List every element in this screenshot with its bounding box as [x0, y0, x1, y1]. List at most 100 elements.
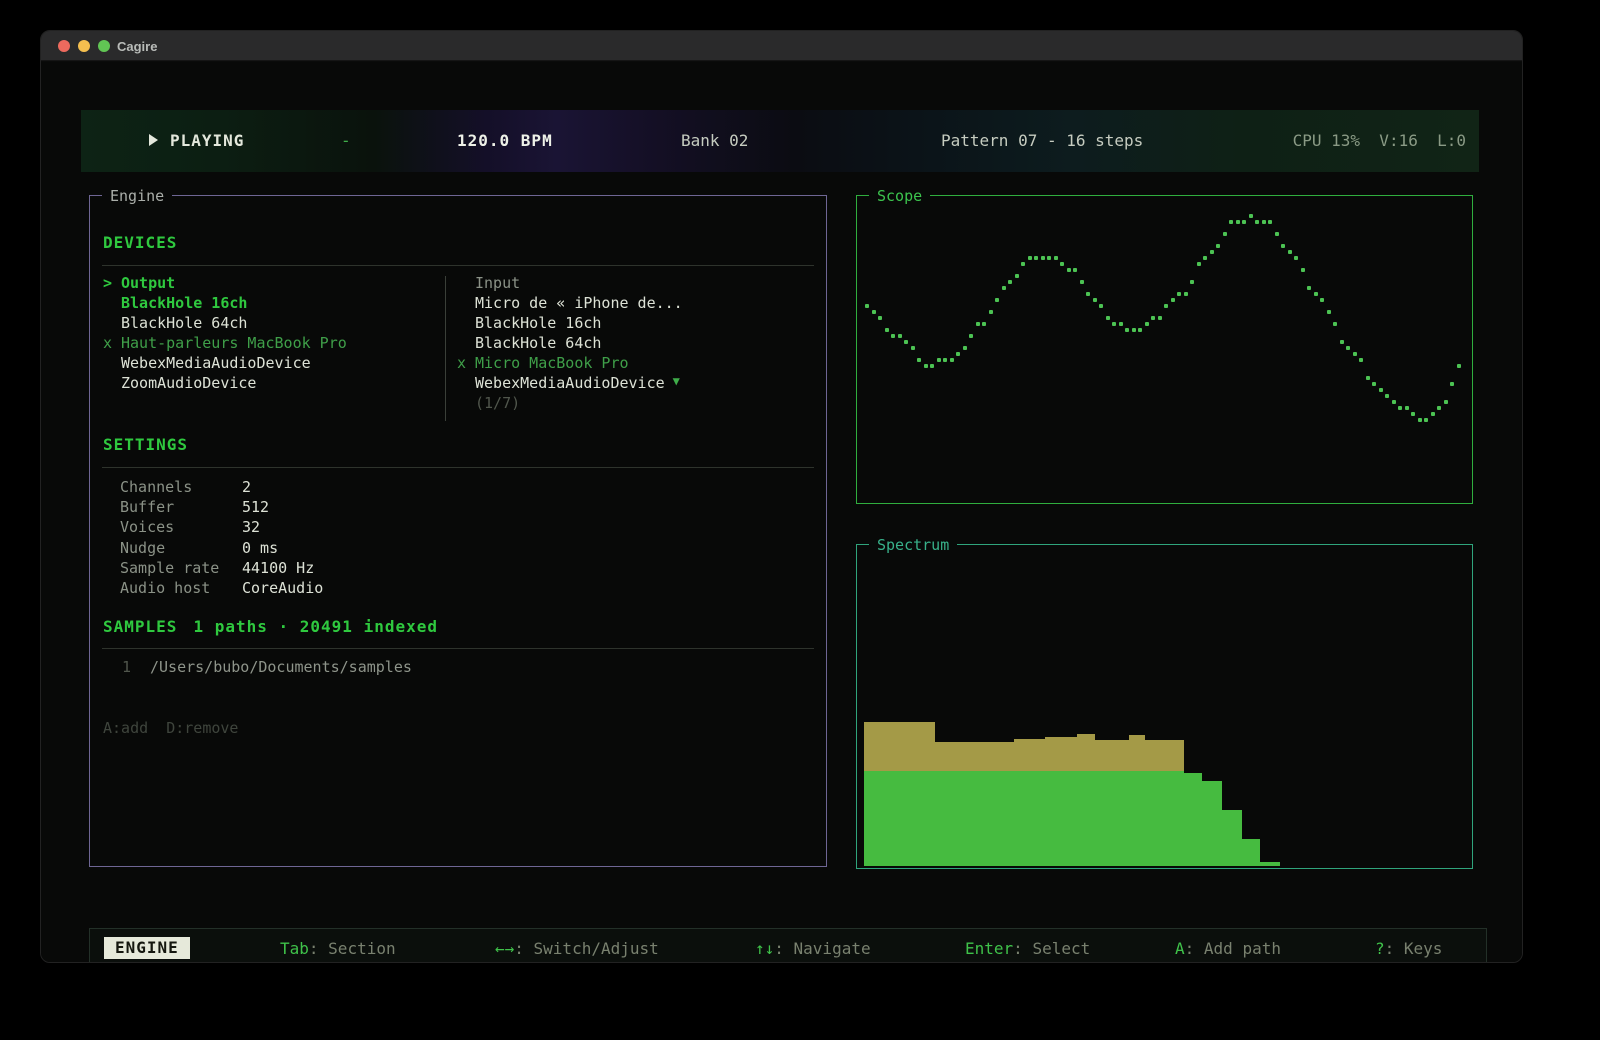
- column-divider: [445, 276, 446, 421]
- hint-key: Enter: [965, 939, 1013, 958]
- scope-sample-dot: [1236, 220, 1240, 224]
- device-item[interactable]: >Output: [103, 274, 433, 294]
- device-label: Micro de « iPhone de...: [475, 294, 683, 314]
- bank-display[interactable]: Bank 02: [681, 131, 748, 150]
- hint-key: ←→: [495, 939, 514, 958]
- device-item[interactable]: WebexMediaAudioDevice: [103, 354, 433, 374]
- scope-sample-dot: [1340, 340, 1344, 344]
- setting-row[interactable]: Audio hostCoreAudio: [103, 579, 803, 599]
- spectrum-level-bar: [1202, 781, 1222, 866]
- device-item[interactable]: BlackHole 16ch: [457, 314, 813, 334]
- scope-sample-dot: [982, 322, 986, 326]
- device-item[interactable]: BlackHole 64ch: [103, 314, 433, 334]
- divider: [102, 265, 814, 266]
- scope-sample-dot: [1281, 244, 1285, 248]
- device-marker: [103, 354, 121, 374]
- engine-panel: Engine DEVICES >OutputBlackHole 16chBlac…: [89, 195, 827, 867]
- spectrum-panel: Spectrum: [856, 544, 1473, 869]
- key-hint-section: Tab: Section: [280, 939, 396, 958]
- window-title: Cagire: [117, 39, 157, 54]
- device-label: WebexMediaAudioDevice: [475, 374, 665, 394]
- scope-sample-dot: [1346, 346, 1350, 350]
- scope-sample-dot: [1099, 304, 1103, 308]
- setting-row[interactable]: Nudge0 ms: [103, 539, 803, 559]
- spectrum-level-bar: [935, 771, 1014, 866]
- device-item[interactable]: xHaut-parleurs MacBook Pro: [103, 334, 433, 354]
- device-item[interactable]: Micro de « iPhone de...: [457, 294, 813, 314]
- setting-label: Buffer: [120, 498, 242, 516]
- minimize-window-button[interactable]: [78, 40, 90, 52]
- hint-separator: :: [1185, 939, 1204, 958]
- device-item[interactable]: BlackHole 64ch: [457, 334, 813, 354]
- scope-sample-dot: [1158, 316, 1162, 320]
- device-label: BlackHole 64ch: [121, 314, 247, 334]
- device-marker: [457, 334, 475, 354]
- scope-sample-dot: [1372, 382, 1376, 386]
- samples-meta: 1 paths · 20491 indexed: [193, 617, 438, 636]
- bpm-display[interactable]: 120.0 BPM: [457, 131, 553, 150]
- titlebar[interactable]: Cagire: [41, 31, 1522, 61]
- spectrum-level-bar: [1145, 771, 1184, 866]
- scope-sample-dot: [1437, 406, 1441, 410]
- key-hint-select: Enter: Select: [965, 939, 1090, 958]
- scope-sample-dot: [937, 358, 941, 362]
- scope-sample-dot: [1034, 256, 1038, 260]
- scope-sample-dot: [1008, 280, 1012, 284]
- app-window: Cagire PLAYING - 120.0 BPM Bank 02 Patte…: [40, 30, 1523, 963]
- device-label: Haut-parleurs MacBook Pro: [121, 334, 347, 354]
- setting-label: Sample rate: [120, 559, 242, 577]
- device-item[interactable]: (1/7): [457, 394, 813, 414]
- scope-sample-dot: [1073, 268, 1077, 272]
- scope-sample-dot: [1112, 322, 1116, 326]
- key-hint-add-path: A: Add path: [1175, 939, 1281, 958]
- scope-sample-dot: [1132, 328, 1136, 332]
- scope-sample-dot: [917, 358, 921, 362]
- scope-sample-dot: [1210, 250, 1214, 254]
- scope-sample-dot: [911, 346, 915, 350]
- scope-sample-dot: [995, 298, 999, 302]
- setting-value: 44100 Hz: [242, 559, 314, 577]
- device-label: BlackHole 64ch: [475, 334, 601, 354]
- output-device-list: >OutputBlackHole 16chBlackHole 64chxHaut…: [103, 274, 433, 394]
- device-marker: [103, 314, 121, 334]
- scope-sample-dot: [1184, 292, 1188, 296]
- setting-row[interactable]: Voices32: [103, 518, 803, 538]
- spectrum-level-bar: [1129, 771, 1145, 866]
- hint-key: ↑↓: [755, 939, 774, 958]
- scope-sample-dot: [930, 364, 934, 368]
- spectrum-level-bar: [1184, 773, 1202, 866]
- setting-value: 32: [242, 518, 260, 536]
- scope-sample-dot: [1379, 388, 1383, 392]
- hint-key: A: [1175, 939, 1185, 958]
- divider: [102, 467, 814, 468]
- scope-sample-dot: [898, 334, 902, 338]
- device-item[interactable]: xMicro MacBook Pro: [457, 354, 813, 374]
- scope-sample-dot: [1145, 322, 1149, 326]
- device-item[interactable]: ZoomAudioDevice: [103, 374, 433, 394]
- scope-sample-dot: [1359, 358, 1363, 362]
- device-item[interactable]: Input: [457, 274, 813, 294]
- setting-row[interactable]: Buffer512: [103, 498, 803, 518]
- device-item[interactable]: BlackHole 16ch: [103, 294, 433, 314]
- device-item[interactable]: WebexMediaAudioDevice▼: [457, 374, 813, 394]
- transport-status[interactable]: PLAYING: [149, 131, 244, 150]
- device-marker: [457, 314, 475, 334]
- settings-heading: SETTINGS: [103, 435, 188, 454]
- setting-value: 512: [242, 498, 269, 516]
- transport-bar: PLAYING - 120.0 BPM Bank 02 Pattern 07 -…: [81, 110, 1479, 172]
- device-label: Output: [121, 274, 175, 294]
- setting-value: CoreAudio: [242, 579, 323, 597]
- zoom-window-button[interactable]: [98, 40, 110, 52]
- status-bar: ENGINE Tab: Section←→: Switch/Adjust↑↓: …: [89, 928, 1487, 963]
- scope-sample-dot: [1164, 304, 1168, 308]
- setting-row[interactable]: Channels2: [103, 478, 803, 498]
- close-window-button[interactable]: [58, 40, 70, 52]
- scope-sample-dot: [1327, 310, 1331, 314]
- setting-row[interactable]: Sample rate44100 Hz: [103, 559, 803, 579]
- sample-path-list: 1/Users/bubo/Documents/samples: [103, 658, 803, 678]
- scope-sample-dot: [1411, 412, 1415, 416]
- pattern-display[interactable]: Pattern 07 - 16 steps: [941, 131, 1143, 150]
- device-marker: x: [457, 354, 475, 374]
- sample-path-row[interactable]: 1/Users/bubo/Documents/samples: [103, 658, 803, 678]
- hint-separator: :: [514, 939, 533, 958]
